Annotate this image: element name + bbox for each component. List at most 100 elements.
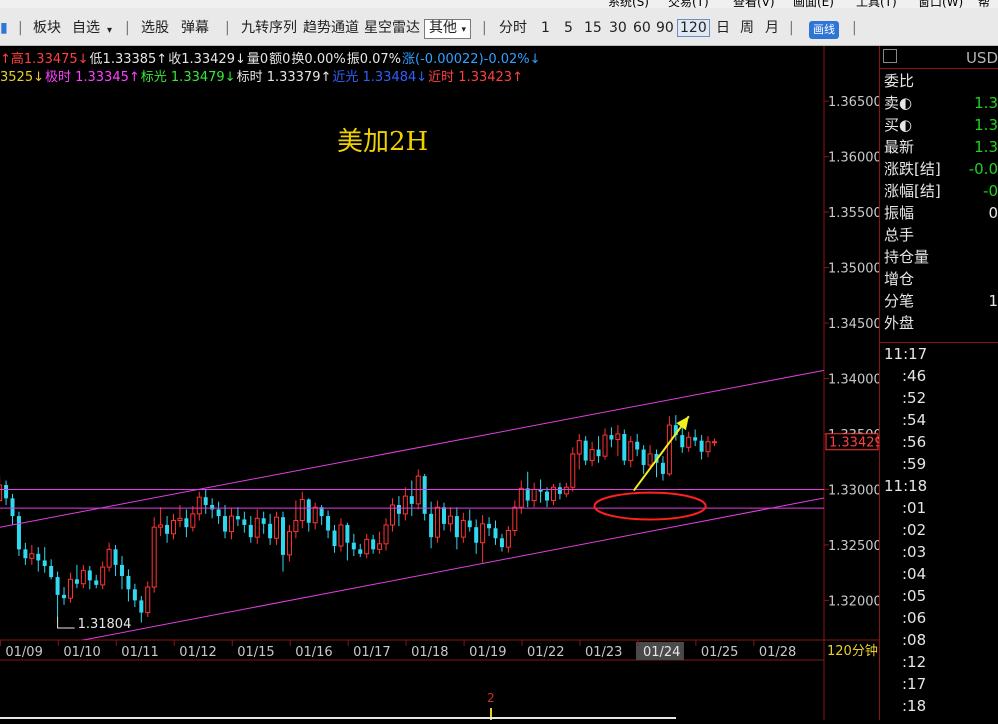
chevron-down-icon[interactable]: ▾: [107, 23, 112, 39]
other-select[interactable]: 其他 ▾: [424, 19, 471, 39]
candle-body: [474, 527, 479, 543]
quote-row: 持仓量: [884, 246, 998, 268]
candle-body: [545, 491, 550, 501]
quote-value: 1.3: [974, 94, 998, 112]
low-annotation-label: 1.31804: [78, 617, 132, 632]
quote-row: 振幅 0: [884, 202, 998, 224]
toolbar-item-watchlist[interactable]: 自选: [72, 20, 100, 36]
toolbar-separator: |: [852, 20, 857, 36]
candle-body: [609, 435, 614, 440]
candle-body: [351, 542, 356, 550]
candle-body: [525, 488, 530, 501]
candle-body: [460, 520, 466, 538]
candle-body: [106, 548, 112, 568]
menu-item[interactable]: 帮助: [978, 0, 998, 8]
menu-item[interactable]: 交易(T): [668, 0, 709, 8]
x-axis-label: 01/15: [237, 645, 274, 660]
candle-body: [358, 549, 363, 554]
candle-body: [589, 449, 595, 462]
candle-body: [165, 524, 170, 534]
tick-time: :04: [902, 565, 927, 583]
menu-item[interactable]: 系统(S): [608, 0, 649, 8]
candle-body: [274, 516, 280, 539]
x-axis-label: 01/17: [353, 645, 390, 660]
period-month[interactable]: 月: [765, 20, 779, 36]
x-axis-label: 01/19: [469, 645, 506, 660]
quote-row: 涨幅[结] -0: [884, 180, 998, 202]
quote-label: 振幅: [884, 204, 915, 222]
x-axis-label: 01/11: [121, 645, 158, 660]
quote-value: -0: [983, 182, 998, 200]
quote-row: 外盘: [884, 312, 998, 334]
quote-row: 增仓: [884, 268, 998, 290]
x-axis-label: 01/25: [701, 645, 738, 660]
candle-body: [49, 565, 54, 578]
tick-time: :12: [902, 653, 927, 671]
candle-body: [628, 441, 634, 462]
x-axis-label: 01/09: [5, 645, 42, 660]
menu-item[interactable]: 工具(T): [856, 0, 897, 8]
candle-body: [641, 449, 646, 466]
bottom-marker-label: 2: [487, 691, 495, 705]
period-day[interactable]: 日: [716, 20, 730, 36]
toolbar-separator: |: [125, 20, 130, 36]
period-15[interactable]: 15: [584, 20, 602, 36]
menu-item[interactable]: 画面(E): [793, 0, 834, 8]
tick-time: :18: [902, 697, 927, 715]
low-annotation-leader: [57, 617, 75, 629]
candle-body: [299, 498, 305, 522]
candle-body: [454, 516, 459, 538]
candle-body: [441, 507, 446, 524]
candle-body: [512, 506, 518, 531]
kline-chart-svg[interactable]: 1.36500 1.36000 1.35500 1.35000 1.34500 1.340…: [0, 46, 883, 720]
candle-body: [139, 600, 144, 613]
toolbar-item-danmaku[interactable]: 弹幕: [181, 20, 209, 36]
toolbar-item-radar[interactable]: 星空雷达: [364, 20, 420, 36]
quote-value: 1.3: [974, 138, 998, 156]
candle-body: [332, 530, 337, 547]
candle-body: [4, 485, 9, 499]
candle-body: [570, 453, 576, 488]
tick-time: :08: [902, 631, 927, 649]
period-90[interactable]: 90: [656, 20, 674, 36]
candle-body: [23, 549, 28, 559]
toolbar-item-nine-turn[interactable]: 九转序列: [241, 20, 297, 36]
collapse-toggle-icon[interactable]: [883, 49, 897, 63]
candle-body: [480, 523, 486, 544]
candle-body: [680, 435, 685, 448]
candle-body: [145, 586, 151, 614]
draw-line-button[interactable]: 画线: [809, 21, 839, 39]
candle-body: [16, 516, 21, 550]
period-week[interactable]: 周: [740, 20, 754, 36]
menu-item[interactable]: 窗口(W): [918, 0, 963, 8]
toolbar-item-trend-channel[interactable]: 趋势通道: [303, 20, 359, 36]
toolbar-item-stock-picker[interactable]: 选股: [141, 20, 169, 36]
kline-chart[interactable]: 1.36500 1.36000 1.35500 1.35000 1.34500 1.340…: [0, 46, 883, 724]
period-60[interactable]: 60: [633, 20, 651, 36]
candle-body: [126, 575, 131, 590]
period-5[interactable]: 5: [564, 20, 573, 36]
candle-body: [396, 504, 401, 514]
toolbar-separator: |: [482, 20, 487, 36]
quote-value: 1.3: [974, 116, 998, 134]
candle-body: [228, 515, 234, 533]
period-intraday[interactable]: 分时: [499, 20, 527, 36]
price-tick-label: 1.35000: [828, 262, 879, 277]
candle-body: [435, 506, 441, 538]
toolbar-item-sector[interactable]: 板块: [33, 20, 61, 36]
menu-item[interactable]: 查看(V): [733, 0, 775, 8]
candle-body: [210, 504, 215, 510]
quote-label: 委比: [884, 72, 915, 90]
quote-label: 卖◐: [884, 94, 913, 112]
period-120-active[interactable]: 120: [677, 19, 710, 37]
toolbar-edge-icon[interactable]: ▮: [0, 20, 8, 36]
candle-body: [248, 524, 253, 538]
x-axis-label: 01/23: [585, 645, 622, 660]
price-tick-label: 1.34000: [828, 373, 879, 388]
period-1[interactable]: 1: [541, 20, 550, 36]
price-tick-label: 1.35500: [828, 206, 879, 221]
quote-row: 涨跌[结] -0.0: [884, 158, 998, 180]
candle-body: [338, 524, 344, 547]
period-30[interactable]: 30: [609, 20, 627, 36]
candle-body: [402, 495, 408, 515]
